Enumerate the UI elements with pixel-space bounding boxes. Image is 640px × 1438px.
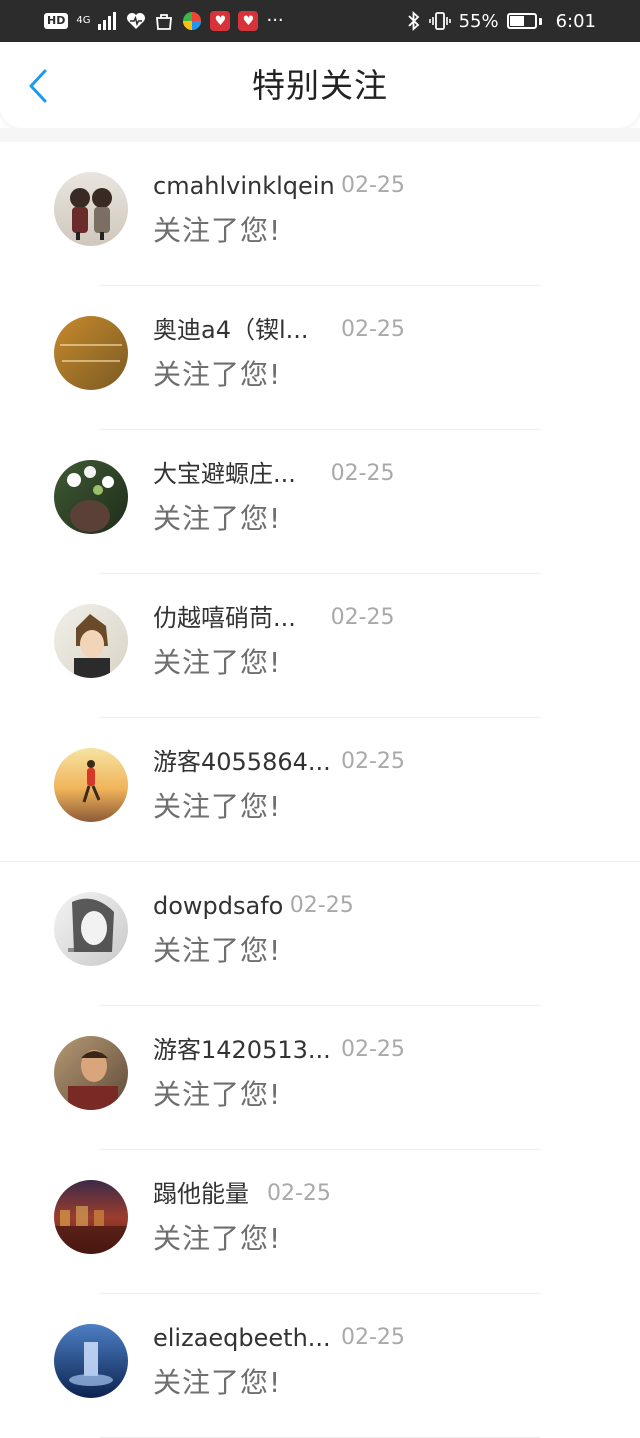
follow-message: 关注了您! bbox=[153, 1222, 282, 1255]
follow-date: 02-25 bbox=[341, 1037, 405, 1062]
follow-message: 关注了您! bbox=[153, 790, 282, 823]
page-title: 特别关注 bbox=[252, 66, 388, 105]
app-heart-icon-2: ♥ bbox=[238, 11, 259, 31]
status-right-icons: 55% 6:01 bbox=[407, 11, 596, 32]
user-name[interactable]: dowpdsafo bbox=[153, 890, 283, 922]
follow-message: 关注了您! bbox=[153, 934, 282, 967]
battery-fill bbox=[509, 16, 524, 26]
waterfall-avatar[interactable] bbox=[54, 1324, 128, 1398]
list-item[interactable]: 游客4055864... 02-25 关注了您! bbox=[0, 718, 640, 862]
battery-percent: 55% bbox=[458, 10, 499, 32]
vibrate-icon bbox=[428, 12, 451, 30]
follow-message: 关注了您! bbox=[153, 1078, 282, 1111]
list-item[interactable]: dowpdsafo 02-25 关注了您! bbox=[0, 862, 640, 1006]
dolls-avatar[interactable] bbox=[54, 172, 128, 246]
user-name[interactable]: cmahlvinklqein bbox=[153, 170, 335, 202]
flowers-avatar[interactable] bbox=[54, 460, 128, 534]
user-name[interactable]: 奥迪a4（锲l... bbox=[153, 314, 309, 346]
signal-icon bbox=[98, 12, 117, 30]
follow-message: 关注了您! bbox=[153, 214, 282, 247]
user-name[interactable]: 游客4055864... bbox=[153, 746, 331, 778]
user-name[interactable]: 仂越嘻硝苘... bbox=[153, 602, 296, 634]
sketch-avatar[interactable] bbox=[54, 892, 128, 966]
follow-message: 关注了您! bbox=[153, 646, 282, 679]
follow-date: 02-25 bbox=[289, 893, 354, 918]
list-item[interactable]: 仂越嘻硝苘... 02-25 关注了您! bbox=[0, 574, 640, 718]
runner-avatar[interactable] bbox=[54, 748, 128, 822]
app-heart-icon: ♥ bbox=[210, 11, 231, 31]
follow-date: 02-25 bbox=[330, 605, 395, 630]
hd-badge: HD bbox=[44, 13, 69, 29]
follower-list: cmahlvinklqein 02-25 关注了您! 奥迪a4（锲l... 02-25… bbox=[0, 142, 640, 1438]
list-item[interactable]: 奥迪a4（锲l... 02-25 关注了您! bbox=[0, 286, 640, 430]
user-name[interactable]: 蹋他能量 bbox=[153, 1178, 249, 1210]
man-avatar[interactable] bbox=[54, 1036, 128, 1110]
more-notifications-icon: ··· bbox=[266, 10, 284, 31]
user-name[interactable]: 游客1420513... bbox=[153, 1034, 331, 1066]
follow-date: 02-25 bbox=[341, 317, 405, 342]
health-heart-icon bbox=[127, 13, 146, 29]
list-item[interactable]: 大宝避螈庄... 02-25 关注了您! bbox=[0, 430, 640, 574]
follow-date: 02-25 bbox=[341, 749, 405, 774]
list-item[interactable]: elizaeqbeeth... 02-25 关注了您! bbox=[0, 1294, 640, 1438]
follow-message: 关注了您! bbox=[153, 358, 282, 391]
user-name[interactable]: elizaeqbeeth... bbox=[153, 1322, 331, 1354]
battery-icon bbox=[506, 13, 537, 29]
clock: 6:01 bbox=[555, 10, 596, 32]
follow-message: 关注了您! bbox=[153, 502, 282, 535]
text-avatar[interactable] bbox=[54, 316, 128, 390]
nav-bar: 特别关注 bbox=[0, 42, 640, 128]
status-left-icons: HD 4G ♥ ♥ ··· bbox=[44, 11, 284, 31]
user-name[interactable]: 大宝避螈庄... bbox=[153, 458, 296, 490]
follow-date: 02-25 bbox=[341, 173, 405, 198]
network-label: 4G bbox=[76, 15, 91, 26]
bluetooth-icon bbox=[407, 11, 419, 31]
battery-cap bbox=[538, 17, 542, 25]
list-item[interactable]: 蹋他能量 02-25 关注了您! bbox=[0, 1150, 640, 1294]
bag-icon bbox=[156, 14, 173, 30]
follow-date: 02-25 bbox=[267, 1181, 331, 1206]
list-item[interactable]: cmahlvinklqein 02-25 关注了您! bbox=[0, 142, 640, 286]
header-separator bbox=[0, 128, 640, 142]
follow-date: 02-25 bbox=[341, 1325, 405, 1350]
anime-avatar[interactable] bbox=[54, 604, 128, 678]
city-avatar[interactable] bbox=[54, 1180, 128, 1254]
app-colorful-icon bbox=[183, 12, 202, 30]
follow-date: 02-25 bbox=[330, 461, 395, 486]
list-item[interactable]: 游客1420513... 02-25 关注了您! bbox=[0, 1006, 640, 1150]
follow-message: 关注了您! bbox=[153, 1366, 282, 1399]
